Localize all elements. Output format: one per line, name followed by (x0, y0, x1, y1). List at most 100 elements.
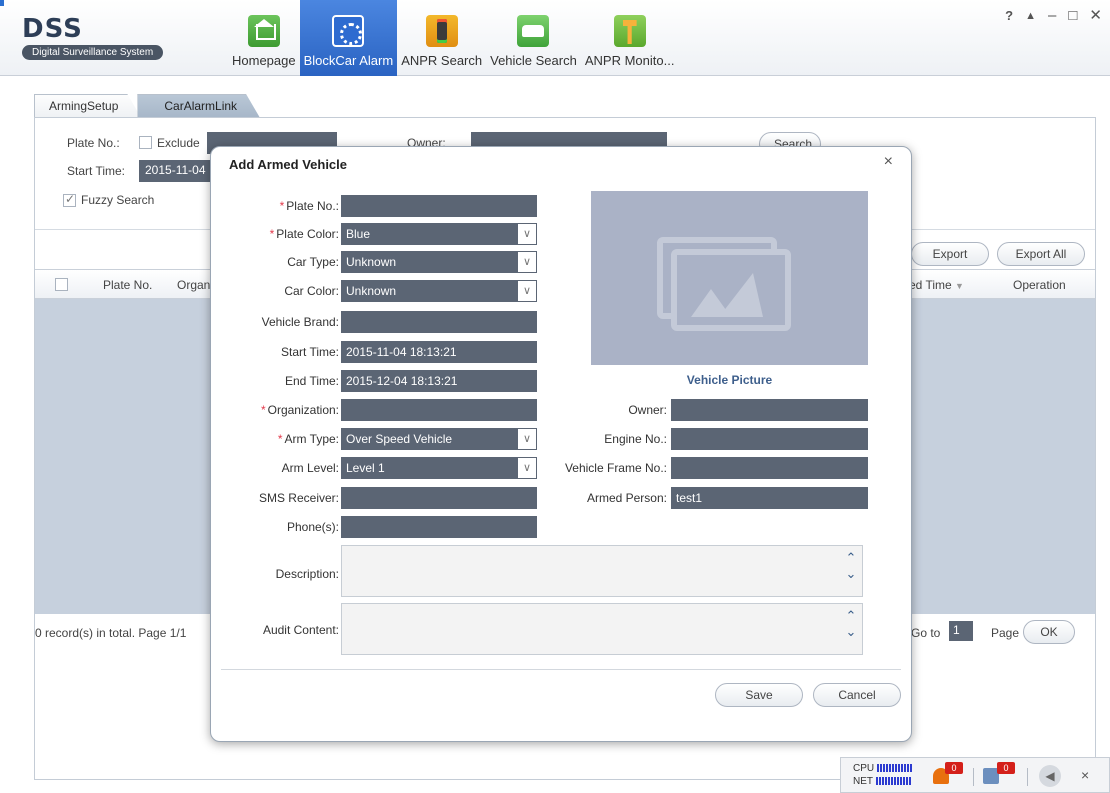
column-armed-time[interactable]: ed Time ▼ (909, 278, 964, 292)
nav-anpr-monitor[interactable]: ANPR Monito... (581, 0, 679, 76)
plate-color-select[interactable]: Blue ∨ (341, 223, 537, 245)
arm-type-label: * Arm Type: (278, 432, 339, 446)
end-time-label: End Time: (284, 374, 339, 388)
exclude-checkbox[interactable] (139, 136, 152, 149)
tab-strip: ArmingSetup CarAlarmLink (34, 94, 260, 118)
sort-arrow-icon: ▼ (955, 281, 964, 291)
page-number-input[interactable]: 1 (949, 621, 973, 641)
close-icon[interactable]: ✕ (1089, 8, 1102, 24)
car-type-label: Car Type: (287, 255, 339, 269)
vehicle-frame-no-input[interactable] (671, 457, 868, 479)
vehicle-picture-caption: Vehicle Picture (686, 373, 773, 387)
home-icon (247, 15, 280, 47)
minimize-icon[interactable]: – (1048, 8, 1056, 24)
column-plate-no[interactable]: Plate No. (103, 278, 152, 292)
nav-homepage[interactable]: Homepage (228, 0, 300, 76)
nav-vehicle-search[interactable]: Vehicle Search (486, 0, 581, 76)
cpu-meter (877, 764, 914, 773)
scroll-up-icon[interactable]: ⌃ (844, 609, 858, 622)
start-time-input[interactable]: 2015-11-04 18:13:21 (341, 341, 537, 363)
logo-subtitle: Digital Surveillance System (22, 45, 164, 60)
engine-no-input[interactable] (671, 428, 868, 450)
scroll-up-icon[interactable]: ⌃ (844, 551, 858, 564)
select-all-checkbox[interactable] (55, 278, 68, 291)
add-armed-vehicle-dialog: Add Armed Vehicle × * Plate No.: * Plate C… (210, 146, 912, 742)
net-meter (876, 777, 912, 786)
fuzzy-search-label: Fuzzy Search (81, 193, 155, 207)
monitor-pole-icon (613, 15, 646, 47)
armed-person-label: Armed Person: (586, 491, 667, 505)
organization-input[interactable] (341, 399, 537, 421)
car-color-select[interactable]: Unknown ∨ (341, 280, 537, 302)
save-button[interactable]: Save (715, 683, 803, 707)
phones-input[interactable] (341, 516, 537, 538)
page-label: Page (991, 626, 1020, 640)
dialog-title: Add Armed Vehicle (229, 157, 347, 172)
description-textarea[interactable]: ⌃ ⌄ (341, 545, 863, 597)
goto-ok-button[interactable]: OK (1023, 620, 1075, 644)
lock-icon[interactable]: ▲ (1025, 8, 1036, 24)
traffic-light-icon (425, 15, 458, 47)
goto-label: Go to (911, 626, 941, 640)
fuzzy-search-checkbox[interactable] (63, 192, 76, 207)
plate-no-input[interactable] (341, 195, 537, 217)
arm-type-label-text: Arm Type: (284, 432, 339, 446)
required-mark: * (260, 403, 266, 417)
owner-input[interactable] (671, 399, 868, 421)
sms-receiver-label: SMS Receiver: (258, 491, 339, 505)
app-logo: DSS Digital Surveillance System (22, 16, 164, 60)
speaker-icon[interactable]: ◀ (1039, 765, 1061, 787)
sms-receiver-input[interactable] (341, 487, 537, 509)
column-organization[interactable]: Organ (177, 278, 210, 292)
tab-car-alarm-link[interactable]: CarAlarmLink (137, 94, 260, 118)
chevron-down-icon: ∨ (517, 223, 537, 245)
column-operation[interactable]: Operation (1013, 278, 1066, 292)
car-search-icon (517, 15, 550, 47)
vehicle-brand-input[interactable] (341, 311, 537, 333)
start-time-search-input[interactable]: 2015-11-04 (139, 160, 219, 182)
audit-content-textarea[interactable]: ⌃ ⌄ (341, 603, 863, 655)
required-mark: * (269, 227, 275, 241)
arm-type-select[interactable]: Over Speed Vehicle ∨ (341, 428, 537, 450)
required-mark: * (279, 199, 285, 213)
scroll-arrows: ⌃ ⌄ (844, 551, 858, 580)
dialog-close-icon[interactable]: × (884, 153, 893, 171)
start-time-label: Start Time: (67, 164, 126, 178)
vehicle-picture-placeholder[interactable] (591, 191, 868, 365)
net-label: NET (853, 776, 873, 787)
plate-no-label: Plate No.: (67, 136, 120, 150)
end-time-input[interactable]: 2015-12-04 18:13:21 (341, 370, 537, 392)
nav-label: BlockCar Alarm (303, 53, 394, 68)
nav-anpr-search[interactable]: ANPR Search (397, 0, 486, 76)
chevron-down-icon: ∨ (517, 280, 537, 302)
nav-label: Vehicle Search (490, 53, 577, 68)
blockcar-alarm-icon (332, 15, 365, 47)
car-type-select[interactable]: Unknown ∨ (341, 251, 537, 273)
nav-blockcar-alarm[interactable]: BlockCar Alarm (299, 0, 398, 76)
required-mark: * (277, 432, 283, 446)
engine-no-label: Engine No.: (604, 432, 667, 446)
cpu-label: CPU (853, 763, 875, 774)
audit-content-label: Audit Content: (262, 623, 339, 637)
maximize-icon[interactable]: □ (1068, 8, 1077, 24)
organization-label-text: Organization: (267, 403, 339, 417)
export-button[interactable]: Export (911, 242, 989, 266)
scroll-down-icon[interactable]: ⌄ (844, 567, 858, 580)
cancel-button[interactable]: Cancel (813, 683, 901, 707)
separator (973, 768, 974, 786)
help-icon[interactable]: ? (1005, 8, 1013, 24)
arm-level-select[interactable]: Level 1 ∨ (341, 457, 537, 479)
tab-arming-setup[interactable]: ArmingSetup (34, 94, 141, 118)
phones-label: Phone(s): (286, 520, 339, 534)
plate-color-label-text: Plate Color: (276, 227, 339, 241)
scroll-down-icon[interactable]: ⌄ (844, 625, 858, 638)
separator (1027, 768, 1028, 786)
armed-person-input[interactable]: test1 (671, 487, 868, 509)
column-armed-time-label: ed Time (909, 278, 952, 292)
organization-label: * Organization: (261, 403, 339, 417)
tray-close-icon[interactable]: × (1081, 767, 1089, 783)
main-nav: Homepage BlockCar Alarm ANPR Search Vehi… (228, 0, 678, 76)
plate-color-value: Blue (346, 227, 371, 241)
chevron-down-icon: ∨ (517, 251, 537, 273)
export-all-button[interactable]: Export All (997, 242, 1085, 266)
